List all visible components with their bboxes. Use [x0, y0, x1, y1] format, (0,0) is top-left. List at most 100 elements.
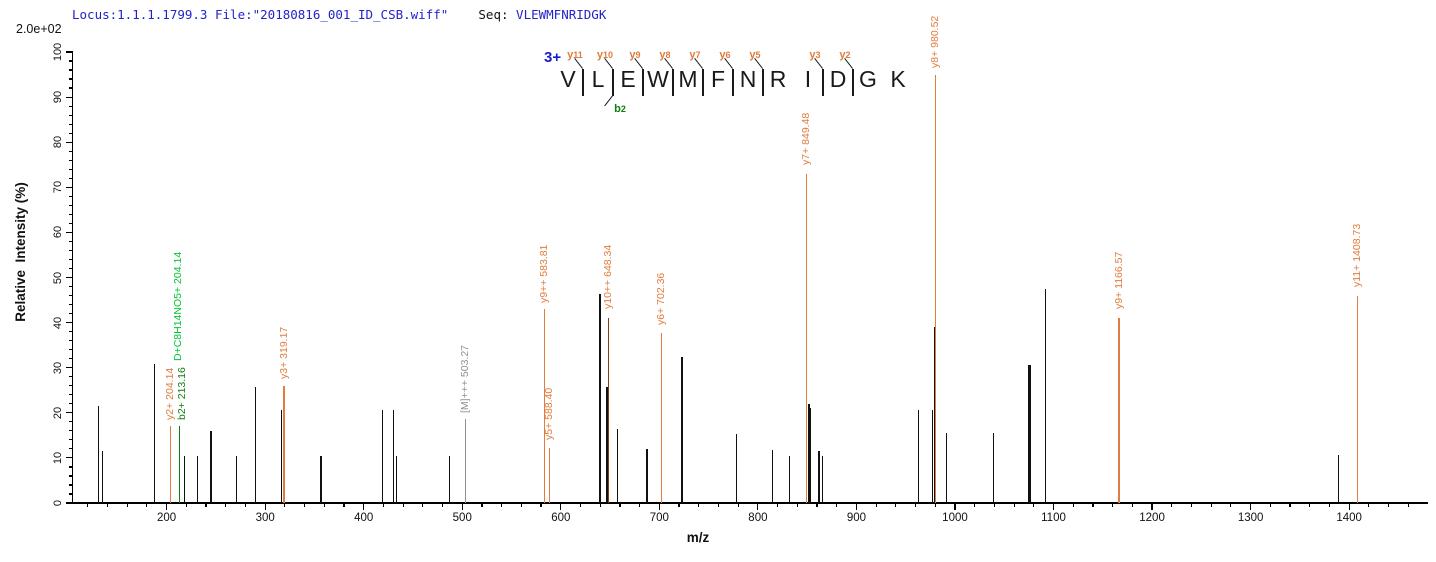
- x-tick-minor: [974, 503, 975, 507]
- ion-label-y2: y2: [830, 45, 860, 63]
- y-tick-minor: [69, 223, 73, 224]
- fragment-divider: [732, 69, 733, 96]
- x-tick-label: 800: [736, 512, 780, 524]
- peak: [946, 433, 947, 503]
- y-tick-minor: [69, 448, 73, 449]
- x-tick-label: 1000: [933, 512, 977, 524]
- residue-letter: D: [823, 66, 853, 93]
- y-tick-minor: [69, 340, 73, 341]
- x-tick-label: 900: [834, 512, 878, 524]
- y-tick-minor: [69, 60, 73, 61]
- y-axis-title: Relative Intensity (%): [13, 182, 28, 322]
- peak: [608, 318, 609, 503]
- peak: [170, 426, 171, 503]
- x-tick-minor: [1033, 503, 1034, 507]
- spectrum-view: { "header": { "locus_file": "Locus:1.1.1…: [0, 0, 1436, 562]
- y-tick-minor: [69, 430, 73, 431]
- peak: [789, 456, 790, 503]
- x-tick-major: [1053, 503, 1054, 510]
- x-tick-minor: [600, 503, 601, 507]
- residue-letter: R: [763, 66, 793, 93]
- y-tick-minor: [69, 313, 73, 314]
- peak: [396, 456, 397, 503]
- x-tick-minor: [1270, 503, 1271, 507]
- y-tick-minor: [69, 358, 73, 359]
- x-tick-minor: [1014, 503, 1015, 507]
- y-tick-minor: [69, 106, 73, 107]
- peak: [1028, 365, 1031, 503]
- y-tick-minor: [69, 403, 73, 404]
- residue-letter: G: [853, 66, 883, 93]
- x-tick-minor: [324, 503, 325, 507]
- x-tick-label: 1400: [1327, 512, 1371, 524]
- y-tick-major: [66, 367, 73, 368]
- peak-label: y9++ 583.81: [538, 244, 550, 302]
- ion-label-y10: y10: [590, 45, 620, 63]
- fragment-divider: [762, 69, 763, 96]
- x-tick-minor: [1191, 503, 1192, 507]
- peak: [1357, 296, 1358, 503]
- x-tick-minor: [580, 503, 581, 507]
- fragment-divider: [672, 69, 673, 96]
- peak-label: D+C8H14NO5+ 204.14: [172, 252, 184, 361]
- y-tick-minor: [69, 178, 73, 179]
- y-tick-minor: [69, 205, 73, 206]
- x-tick-minor: [205, 503, 206, 507]
- x-tick-minor: [1388, 503, 1389, 507]
- peak: [179, 426, 180, 503]
- x-tick-major: [1151, 503, 1152, 510]
- peak: [281, 410, 282, 503]
- peak: [617, 429, 618, 503]
- x-tick-minor: [718, 503, 719, 507]
- residue-letter: L: [583, 66, 613, 93]
- x-tick-label: 500: [440, 512, 484, 524]
- x-tick-minor: [383, 503, 384, 507]
- fragment-divider: [702, 69, 703, 96]
- y-tick-minor: [69, 259, 73, 260]
- residue-letter: M: [673, 66, 703, 93]
- residue-letter: W: [643, 66, 673, 93]
- ion-label-y5: y5: [740, 45, 770, 63]
- x-tick-minor: [1329, 503, 1330, 507]
- y-tick-minor: [69, 493, 73, 494]
- spectrum-plot: Locus:1.1.1.1799.3 File:"20180816_001_ID…: [0, 0, 1436, 562]
- x-tick-minor: [442, 503, 443, 507]
- x-tick-major: [1349, 503, 1350, 510]
- x-tick-minor: [836, 503, 837, 507]
- x-tick-minor: [87, 503, 88, 507]
- y-tick-minor: [69, 466, 73, 467]
- peak: [932, 410, 933, 503]
- y-tick-label: 0: [52, 500, 64, 506]
- fragment-divider: [612, 69, 613, 96]
- x-tick-label: 1100: [1032, 512, 1076, 524]
- y-tick-minor: [69, 241, 73, 242]
- x-tick-label: 200: [145, 512, 189, 524]
- peak: [681, 357, 682, 503]
- x-tick-minor: [876, 503, 877, 507]
- x-tick-major: [659, 503, 660, 510]
- x-tick-minor: [403, 503, 404, 507]
- peak: [393, 410, 394, 503]
- x-tick-minor: [1368, 503, 1369, 507]
- x-tick-major: [560, 503, 561, 510]
- y-tick-minor: [69, 69, 73, 70]
- x-tick-minor: [994, 503, 995, 507]
- seq-label: Seq:: [478, 7, 508, 22]
- x-tick-major: [363, 503, 364, 510]
- y-tick-major: [66, 51, 73, 52]
- y-tick-minor: [69, 304, 73, 305]
- x-tick-minor: [481, 503, 482, 507]
- peak: [1118, 318, 1119, 503]
- y-tick-minor: [69, 115, 73, 116]
- peak: [935, 75, 936, 503]
- y-tick-minor: [69, 421, 73, 422]
- x-tick-minor: [895, 503, 896, 507]
- intensity-scale-note: 2.0e+02: [16, 22, 62, 36]
- y-tick-minor: [69, 376, 73, 377]
- peak-label: y7+ 849.48: [800, 113, 812, 165]
- x-tick-minor: [619, 503, 620, 507]
- peak: [449, 456, 450, 503]
- x-tick-label: 700: [637, 512, 681, 524]
- peak: [599, 294, 600, 503]
- y-tick-minor: [69, 475, 73, 476]
